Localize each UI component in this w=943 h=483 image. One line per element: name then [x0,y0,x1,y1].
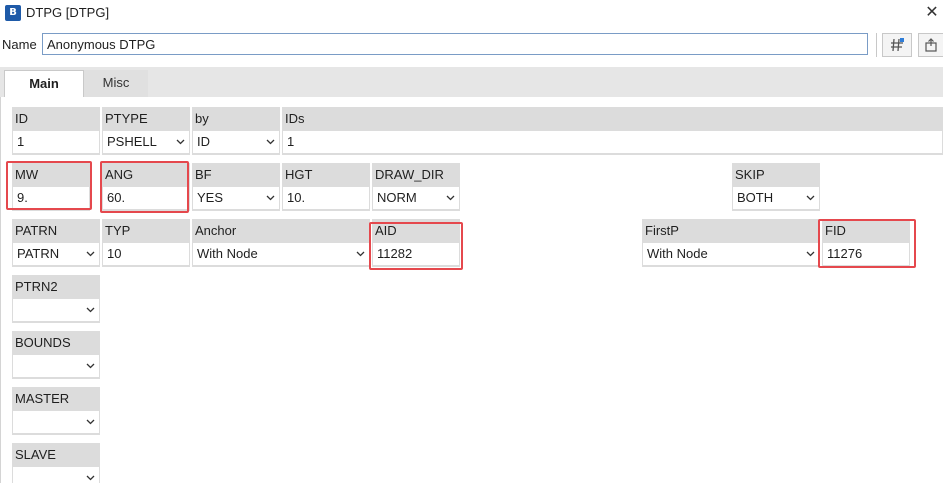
bf-value: YES [197,190,224,205]
export-button[interactable] [918,33,943,57]
chevron-down-icon [86,473,95,481]
mw-input[interactable]: 9. [13,187,89,209]
aid-input[interactable]: 11282 [373,243,459,265]
field-aid: AID 11282 [372,219,460,267]
tab-misc[interactable]: Misc [84,70,148,97]
chevron-down-icon [86,361,95,369]
field-ids: IDs 1 [282,107,943,155]
firstp-value: With Node [647,246,708,261]
close-button[interactable]: ✕ [922,2,942,22]
chevron-down-icon [266,137,275,145]
bounds-label: BOUNDS [15,335,71,350]
id-pick-button[interactable] [882,33,912,57]
hgt-label: HGT [285,167,313,182]
ids-input[interactable]: 1 [283,131,942,153]
field-firstp: FirstP With Node [642,219,820,267]
field-by: by ID [192,107,280,155]
field-master: MASTER [12,387,100,435]
draw-dir-label: DRAW_DIR [375,167,444,182]
fid-label: FID [825,223,846,238]
field-draw-dir: DRAW_DIR NORM [372,163,460,211]
aid-label: AID [375,223,397,238]
hash-pick-icon [891,38,904,52]
ptrn2-label: PTRN2 [15,279,58,294]
field-patrn: PATRN PATRN [12,219,100,267]
field-hgt: HGT 10. [282,163,370,211]
tab-strip: Main Misc [0,67,943,97]
anchor-value: With Node [197,246,258,261]
chevron-down-icon [86,305,95,313]
patrn-value: PATRN [17,246,60,261]
field-ptype: PTYPE PSHELL [102,107,190,155]
slave-label: SLAVE [15,447,56,462]
toolbar-divider [876,33,877,57]
app-icon: B [5,5,21,21]
master-select[interactable] [13,411,99,433]
skip-select[interactable]: BOTH [733,187,819,209]
id-input[interactable]: 1 [13,131,99,153]
field-mw: MW 9. [12,163,90,211]
ang-input[interactable]: 60. [103,187,189,209]
chevron-down-icon [86,249,95,257]
tab-main[interactable]: Main [4,70,84,97]
chevron-down-icon [86,417,95,425]
draw-dir-select[interactable]: NORM [373,187,459,209]
field-slave: SLAVE [12,443,100,483]
id-label: ID [15,111,28,126]
chevron-down-icon [266,193,275,201]
chevron-down-icon [806,249,815,257]
name-input[interactable] [42,33,868,55]
typ-input[interactable]: 10 [103,243,189,265]
chevron-down-icon [806,193,815,201]
field-typ: TYP 10 [102,219,190,267]
field-ptrn2: PTRN2 [12,275,100,323]
ptrn2-select[interactable] [13,299,99,321]
ptype-select[interactable]: PSHELL [103,131,189,153]
hgt-input[interactable]: 10. [283,187,369,209]
title-bar: B DTPG [DTPG] ✕ [0,0,943,26]
patrn-label: PATRN [15,223,58,238]
chevron-down-icon [356,249,365,257]
anchor-label: Anchor [195,223,237,238]
by-value: ID [197,134,210,149]
fid-input[interactable]: 11276 [823,243,909,265]
ids-label: IDs [285,111,305,126]
firstp-label: FirstP [645,223,679,238]
chevron-down-icon [176,137,185,145]
field-bf: BF YES [192,163,280,211]
field-bounds: BOUNDS [12,331,100,379]
typ-label: TYP [105,223,131,238]
by-select[interactable]: ID [193,131,279,153]
chevron-down-icon [446,193,455,201]
field-fid: FID 11276 [822,219,910,267]
bf-select[interactable]: YES [193,187,279,209]
patrn-select[interactable]: PATRN [13,243,99,265]
ang-label: ANG [105,167,134,182]
by-label: by [195,111,209,126]
ptype-label: PTYPE [105,111,148,126]
draw-dir-value: NORM [377,190,417,205]
bf-label: BF [195,167,212,182]
bounds-select[interactable] [13,355,99,377]
firstp-select[interactable]: With Node [643,243,819,265]
master-label: MASTER [15,391,70,406]
ptype-value: PSHELL [107,134,157,149]
slave-select[interactable] [13,467,99,483]
anchor-select[interactable]: With Node [193,243,369,265]
mw-label: MW [15,167,39,182]
field-skip: SKIP BOTH [732,163,820,211]
field-ang: ANG 60. [102,163,190,211]
field-id: ID 1 [12,107,100,155]
skip-label: SKIP [735,167,765,182]
name-label: Name [2,37,37,52]
window-title: DTPG [DTPG] [26,5,110,20]
skip-value: BOTH [737,190,774,205]
field-anchor: Anchor With Node [192,219,370,267]
export-icon [925,38,937,52]
